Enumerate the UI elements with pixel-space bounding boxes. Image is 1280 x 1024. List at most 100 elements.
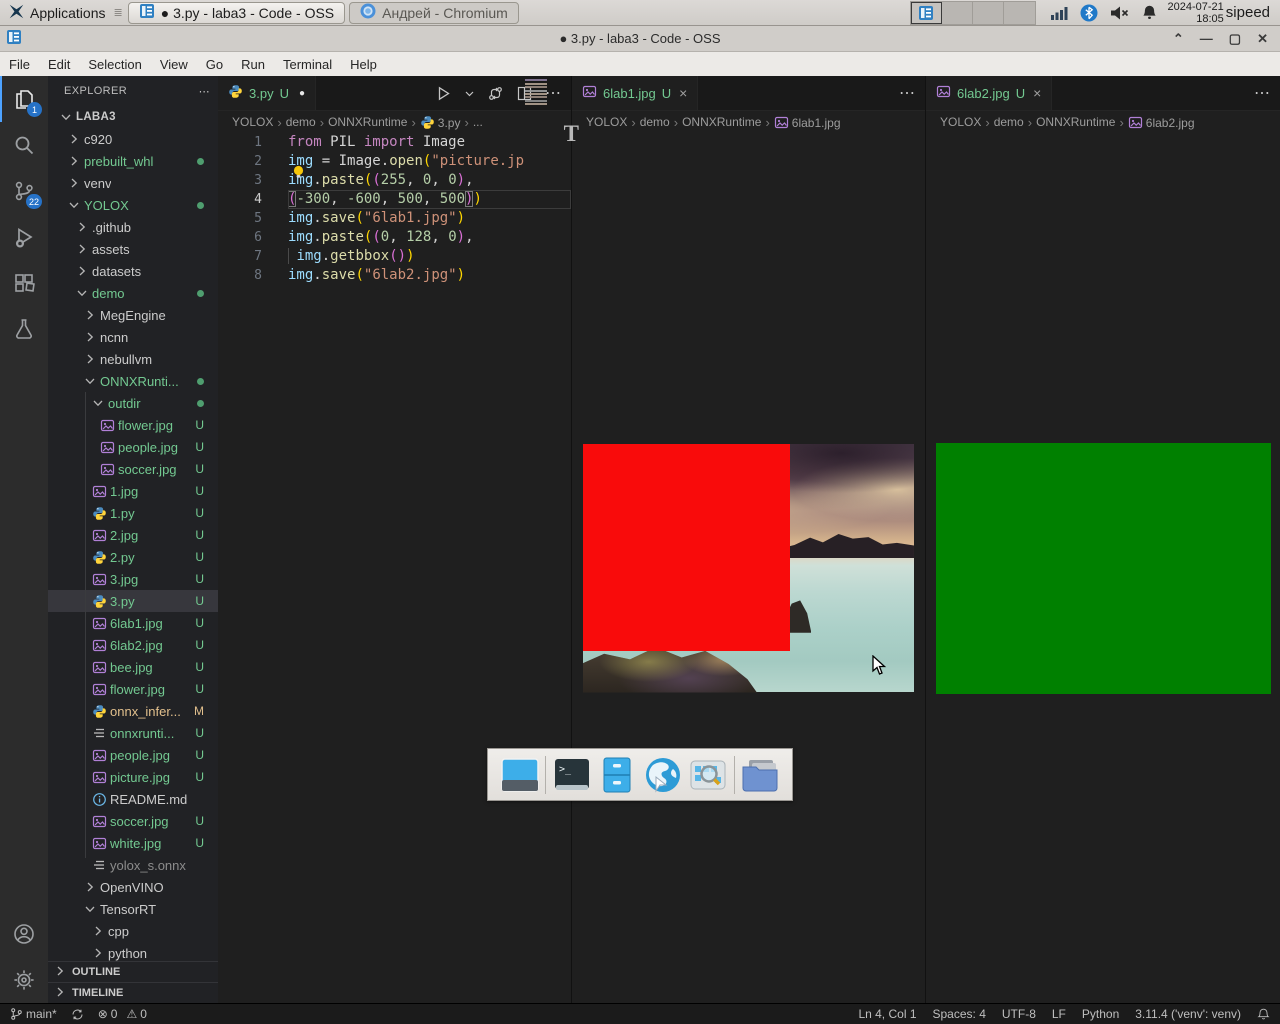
tree-item-white-jpg[interactable]: white.jpgU (48, 832, 218, 854)
taskbar-clock[interactable]: 2024-07-21 18:05 (1168, 1, 1224, 25)
activity-search[interactable] (0, 122, 48, 168)
activity-source-control[interactable]: 22 (0, 168, 48, 214)
tree-item-onnxrunti-[interactable]: ONNXRunti... (48, 370, 218, 392)
show-desktop-icon[interactable] (500, 755, 540, 795)
tree-item-tensorrt[interactable]: TensorRT (48, 898, 218, 920)
minimap[interactable] (523, 78, 549, 106)
activity-extensions[interactable] (0, 260, 48, 306)
tree-item-soccer-jpg[interactable]: soccer.jpgU (48, 810, 218, 832)
tree-item-onnx-infer-[interactable]: onnx_infer...M (48, 700, 218, 722)
breadcrumb-item[interactable]: demo (286, 115, 316, 129)
menu-help[interactable]: Help (341, 57, 386, 72)
tree-item-onnxrunti-[interactable]: onnxrunti...U (48, 722, 218, 744)
tree-item-readme-md[interactable]: README.md (48, 788, 218, 810)
breadcrumb-item[interactable]: 6lab2.jpg (1128, 115, 1195, 130)
activity-settings[interactable] (0, 957, 48, 1003)
tab-3py[interactable]: 3.py U ● (218, 76, 316, 110)
git-branch-indicator[interactable]: main* (10, 1007, 57, 1021)
code-line-4[interactable]: 4(-300, -600, 500, 500)) (218, 190, 571, 209)
tree-item-picture-jpg[interactable]: picture.jpgU (48, 766, 218, 788)
tree-item-3-jpg[interactable]: 3.jpgU (48, 568, 218, 590)
tree-item-nebullvm[interactable]: nebullvm (48, 348, 218, 370)
workspace-2[interactable] (942, 2, 973, 24)
status-utf-8[interactable]: UTF-8 (1002, 1007, 1036, 1021)
web-browser-icon[interactable] (643, 755, 683, 795)
network-signal-icon[interactable] (1050, 5, 1068, 21)
tree-item-1-py[interactable]: 1.pyU (48, 502, 218, 524)
menu-edit[interactable]: Edit (39, 57, 79, 72)
tree-item-bee-jpg[interactable]: bee.jpgU (48, 656, 218, 678)
breadcrumb-item[interactable]: ... (473, 115, 483, 129)
tab-6lab1[interactable]: 6lab1.jpg U × (572, 76, 698, 110)
code-line-6[interactable]: 6img.paste((0, 128, 0), (218, 228, 571, 247)
tree-item-assets[interactable]: assets (48, 238, 218, 260)
image-6lab1[interactable] (583, 444, 914, 693)
tab-close-icon[interactable]: × (1033, 85, 1041, 101)
workspace-3[interactable] (973, 2, 1004, 24)
activity-explorer[interactable]: 1 (0, 76, 48, 122)
tab-6lab2[interactable]: 6lab2.jpg U × (926, 76, 1052, 110)
code-editor[interactable]: 1from PIL import Image2img = Image.open(… (218, 133, 571, 1003)
breadcrumb-item[interactable]: demo (640, 115, 670, 129)
sidebar-section-outline[interactable]: OUTLINE (48, 961, 218, 982)
breadcrumb-item[interactable]: ONNXRuntime (682, 115, 761, 129)
workspace-pager[interactable] (910, 1, 1036, 25)
tree-item-laba3[interactable]: LABA3 (48, 106, 218, 128)
breadcrumb-item[interactable]: ONNXRuntime (1036, 115, 1115, 129)
breadcrumb-item[interactable]: ONNXRuntime (328, 115, 407, 129)
tree-item-yolox-s-onnx[interactable]: yolox_s.onnx (48, 854, 218, 876)
taskbar-window-button[interactable]: ● 3.py - laba3 - Code - OSS (128, 2, 345, 24)
tree-item--github[interactable]: .github (48, 216, 218, 238)
workspace-1[interactable] (911, 2, 942, 24)
tree-item-2-py[interactable]: 2.pyU (48, 546, 218, 568)
tree-item-6lab2-jpg[interactable]: 6lab2.jpgU (48, 634, 218, 656)
code-line-2[interactable]: 2img = Image.open("picture.jp (218, 152, 571, 171)
breadcrumb-item[interactable]: 6lab1.jpg (774, 115, 841, 130)
tree-item-people-jpg[interactable]: people.jpgU (48, 744, 218, 766)
tree-item-2-jpg[interactable]: 2.jpgU (48, 524, 218, 546)
file-manager-icon[interactable] (740, 755, 780, 795)
breadcrumb-item[interactable]: YOLOX (586, 115, 627, 129)
code-line-7[interactable]: 7 img.getbbox()) (218, 247, 571, 266)
tree-item-prebuilt-whl[interactable]: prebuilt_whl (48, 150, 218, 172)
more-actions-ellipsis[interactable]: ⋯ (899, 83, 915, 103)
breadcrumb[interactable]: YOLOX›demo›ONNXRuntime›3.py›... (218, 111, 571, 133)
workspace-4[interactable] (1004, 2, 1035, 24)
code-line-3[interactable]: 3img.paste((255, 0, 0), (218, 171, 571, 190)
tree-item-3-py[interactable]: 3.pyU (48, 590, 218, 612)
bluetooth-icon[interactable] (1080, 4, 1098, 22)
terminal-icon[interactable]: >_ (552, 755, 592, 795)
tree-item-6lab1-jpg[interactable]: 6lab1.jpgU (48, 612, 218, 634)
breadcrumb-item[interactable]: 3.py (420, 115, 461, 130)
status-ln[interactable]: Ln 4, Col 1 (858, 1007, 916, 1021)
tree-item-python[interactable]: python (48, 942, 218, 962)
tree-item-cpp[interactable]: cpp (48, 920, 218, 942)
notifications-bell-icon[interactable] (1141, 4, 1158, 21)
tree-item-people-jpg[interactable]: people.jpgU (48, 436, 218, 458)
tree-item-flower-jpg[interactable]: flower.jpgU (48, 414, 218, 436)
tree-item-ncnn[interactable]: ncnn (48, 326, 218, 348)
more-actions-ellipsis[interactable]: ⋯ (1254, 83, 1270, 103)
tree-item-outdir[interactable]: outdir (48, 392, 218, 414)
menu-run[interactable]: Run (232, 57, 274, 72)
run-dropdown-chevron[interactable] (464, 88, 475, 99)
activity-run-debug[interactable] (0, 214, 48, 260)
status-lf[interactable]: LF (1052, 1007, 1066, 1021)
applications-menu-button[interactable]: Applications (0, 0, 114, 25)
tree-item-c920[interactable]: c920 (48, 128, 218, 150)
taskbar-window-button[interactable]: Андрей - Chromium (349, 2, 519, 24)
tab-close-icon[interactable]: × (679, 85, 687, 101)
breadcrumb[interactable]: YOLOX›demo›ONNXRuntime›6lab2.jpg (926, 111, 1280, 133)
code-line-5[interactable]: 5img.save("6lab1.jpg") (218, 209, 571, 228)
notifications-bell-icon[interactable] (1257, 1008, 1270, 1021)
menu-go[interactable]: Go (197, 57, 232, 72)
image-6lab2-green[interactable] (936, 443, 1271, 694)
status-spaces:[interactable]: Spaces: 4 (933, 1007, 986, 1021)
status-python[interactable]: Python (1082, 1007, 1119, 1021)
tree-item-1-jpg[interactable]: 1.jpgU (48, 480, 218, 502)
code-line-1[interactable]: 1from PIL import Image (218, 133, 571, 152)
volume-muted-icon[interactable] (1110, 5, 1129, 21)
screenshot-tool-icon[interactable] (688, 755, 728, 795)
breadcrumb[interactable]: YOLOX›demo›ONNXRuntime›6lab1.jpg (572, 111, 925, 133)
lightbulb-icon[interactable] (292, 165, 305, 178)
